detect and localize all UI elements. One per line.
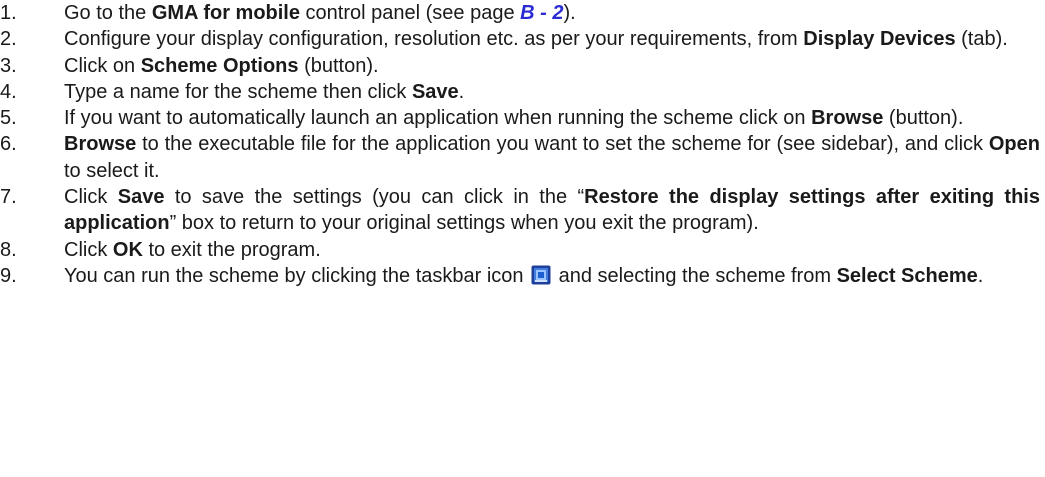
ui-term: Open [988,133,1040,156]
ui-term: Scheme Options [140,54,299,77]
step-item: 4. Type a name for the scheme then click … [0,79,1040,105]
step-text: Click on Scheme Options (button). [64,53,1040,79]
step-text-run: . [458,80,465,103]
step-text-run: (tab). [955,28,1008,51]
step-item: 3. Click on Scheme Options (button). [0,53,1040,79]
step-number: 9. [0,264,17,287]
step-item: 1. Go to the GMA for mobile control panel… [0,0,1040,26]
step-text: Type a name for the scheme then click Sa… [64,79,1040,105]
step-text-run: to exit the program. [142,238,321,261]
step-number: 6. [0,133,17,156]
step-text-run: and selecting the scheme from [553,264,837,287]
step-number: 7. [0,186,17,209]
step-text: Go to the GMA for mobile control panel (… [64,0,1040,26]
step-text-run: If you want to automatically launch an a… [64,107,812,130]
page-reference-link[interactable]: B - 2 [520,2,563,24]
ui-term: Browse [64,133,137,156]
step-item: 6. Browse to the executable file for the … [0,131,1040,184]
step-text-run: (button). [883,107,964,130]
step-text-run: Type a name for the scheme then click [64,80,412,103]
step-text-run: Click on [64,54,141,77]
step-text-run: You can run the scheme by clicking the t… [64,264,530,287]
step-text-run: ” box to return to your original setting… [169,212,759,235]
step-number: 4. [0,80,17,103]
step-item: 9. You can run the scheme by clicking the… [0,263,1040,289]
step-number: 2. [0,28,17,51]
ui-term: Browse [811,107,884,130]
ui-term: Save [117,186,165,209]
step-text: Click Save to save the settings (you can… [64,184,1040,237]
step-text-run: ). [563,2,576,24]
step-text-run: to save the settings (you can click in t… [164,186,585,209]
step-text-run: Go to the [64,2,152,24]
ui-term: OK [112,238,143,261]
step-text: Browse to the executable file for the ap… [64,131,1040,184]
step-number: 1. [0,2,17,24]
step-item: 2. Configure your display configuration, … [0,26,1040,52]
ui-term: Display Devices [803,28,956,51]
step-text-run: Configure your display configuration, re… [64,28,804,51]
step-text-run: Click [64,186,118,209]
step-text: Click OK to exit the program. [64,237,1040,263]
step-number: 5. [0,107,17,130]
step-text-run: to select it. [64,159,160,182]
step-number: 8. [0,238,17,261]
step-text-run: Click [64,238,113,261]
step-text: You can run the scheme by clicking the t… [64,263,1040,289]
step-item: 8. Click OK to exit the program. [0,237,1040,263]
step-text-run: control panel (see page [300,2,521,24]
step-text-run: . [977,264,984,287]
step-item: 7. Click Save to save the settings (you c… [0,184,1040,237]
step-text-run: to the executable file for the applicati… [136,133,989,156]
ui-term: Select Scheme [836,264,978,287]
step-item: 5. If you want to automatically launch an… [0,105,1040,131]
ui-term: Save [411,80,459,103]
step-text: If you want to automatically launch an a… [64,105,1040,131]
step-number: 3. [0,54,17,77]
taskbar-scheme-icon [531,265,551,285]
ui-term: GMA for mobile [151,2,300,24]
step-text: Configure your display configuration, re… [64,26,1040,52]
step-text-run: (button). [298,54,379,77]
instruction-steps-list: 1. Go to the GMA for mobile control panel… [0,0,1040,289]
